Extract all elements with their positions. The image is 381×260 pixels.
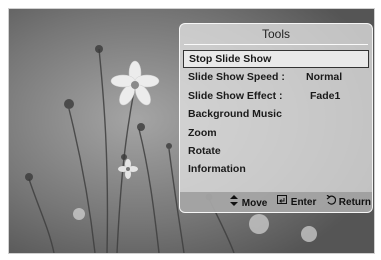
menu-item-background-music[interactable]: Background Music [183,105,369,123]
menu-item-information[interactable]: Information [183,160,369,178]
footer-return-label: Return [338,197,372,208]
menu-item-label: Zoom [188,126,217,139]
tools-popup: Tools Stop Slide Show Slide Show Speed :… [179,23,373,213]
updown-arrow-icon [228,195,239,209]
menu-item-label: Slide Show Speed : [188,71,285,84]
menu-item-label: Stop Slide Show [189,53,272,65]
enter-icon [277,195,288,208]
slideshow-screen: Tools Stop Slide Show Slide Show Speed :… [8,8,375,254]
tools-footer: Move Enter Return [180,192,372,212]
footer-return: Return [325,194,372,208]
menu-item-label: Information [188,163,246,176]
menu-item-slide-show-speed[interactable]: Slide Show Speed : Normal [183,68,369,86]
footer-move: Move [228,195,267,209]
footer-move-label: Move [241,198,268,209]
tools-title: Tools [261,27,290,41]
menu-item-slide-show-effect[interactable]: Slide Show Effect : Fade1 [183,87,369,105]
return-icon [325,194,336,208]
menu-item-label: Rotate [188,144,221,157]
footer-enter: Enter [277,195,316,208]
menu-item-zoom[interactable]: Zoom [183,124,369,142]
footer-enter-label: Enter [290,197,317,208]
menu-item-rotate[interactable]: Rotate [183,142,369,160]
menu-item-label: Slide Show Effect : [188,89,283,102]
menu-item-stop-slide-show[interactable]: Stop Slide Show [183,50,369,69]
tools-menu: Stop Slide Show Slide Show Speed : Norma… [183,50,369,179]
menu-item-label: Background Music [188,108,282,121]
menu-item-value: Normal [306,71,343,84]
menu-item-value: Fade1 [310,89,341,102]
title-divider [184,44,368,45]
